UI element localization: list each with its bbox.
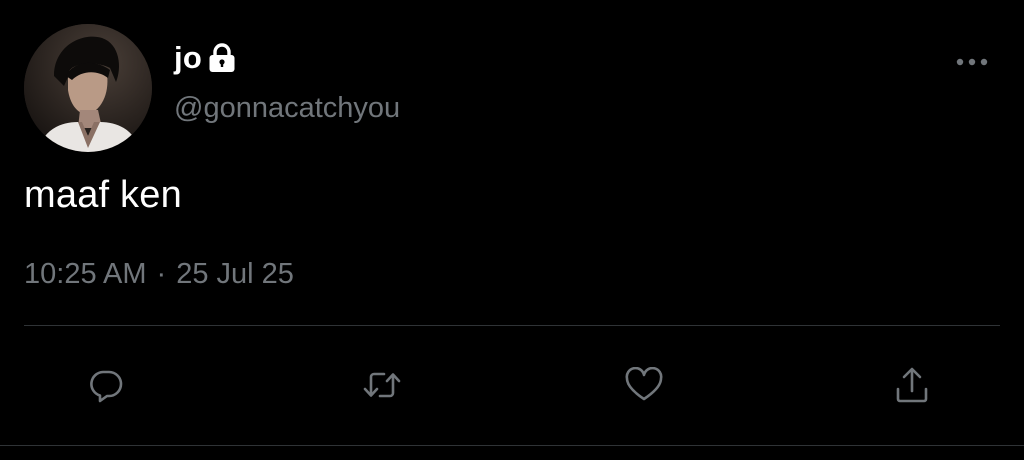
divider: [24, 325, 1000, 326]
avatar-photo-icon: [24, 24, 152, 152]
author-handle[interactable]: @gonnacatchyou: [174, 92, 400, 125]
divider: [0, 445, 1024, 446]
avatar[interactable]: [24, 24, 152, 152]
tweet-date[interactable]: 25 Jul 25: [176, 258, 294, 291]
tweet-timestamp[interactable]: 10:25 AM · 25 Jul 25: [24, 258, 294, 291]
display-name[interactable]: jo: [174, 40, 202, 76]
heart-icon: [625, 367, 663, 401]
lock-icon: [208, 43, 236, 73]
like-button[interactable]: [614, 355, 674, 415]
reply-button[interactable]: [76, 355, 136, 415]
share-icon: [896, 367, 928, 403]
tweet-time[interactable]: 10:25 AM: [24, 258, 147, 291]
author-name-row[interactable]: jo: [174, 40, 236, 76]
timestamp-separator: ·: [156, 258, 167, 290]
retweet-button[interactable]: [352, 355, 412, 415]
share-button[interactable]: [882, 355, 942, 415]
more-horizontal-icon: [956, 58, 988, 66]
more-options-button[interactable]: [950, 48, 994, 76]
tweet-detail: jo @gonnacatchyou maaf ken 10:25 AM · 25…: [0, 0, 1024, 460]
tweet-text: maaf ken: [24, 174, 182, 216]
reply-icon: [90, 370, 123, 403]
action-bar: [0, 355, 1024, 415]
retweet-icon: [363, 372, 401, 398]
